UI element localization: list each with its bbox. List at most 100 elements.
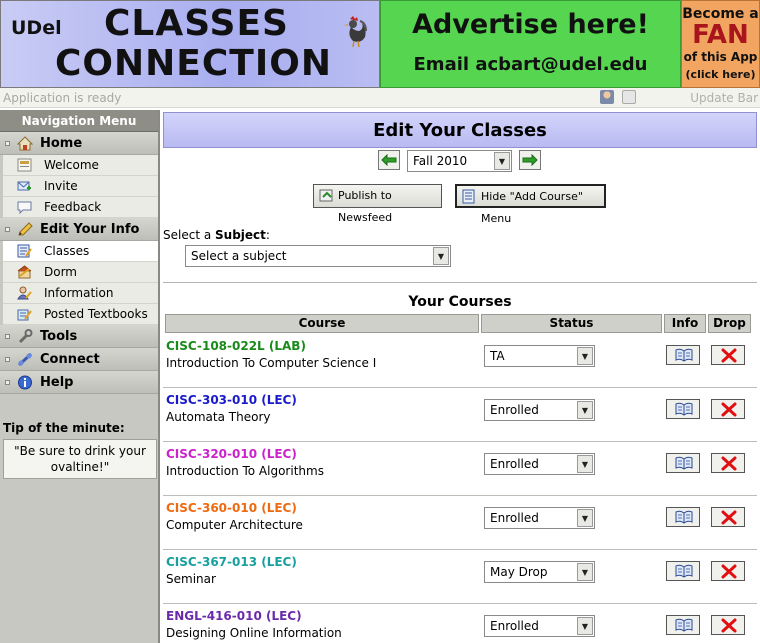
collapse-toggle-icon[interactable]: [5, 357, 10, 362]
course-name: Designing Online Information: [166, 626, 342, 640]
semester-value: Fall 2010: [413, 154, 468, 168]
next-semester-button[interactable]: [519, 150, 541, 170]
hide-add-course-menu-button[interactable]: Hide "Add Course" Menu: [455, 184, 606, 225]
drop-course-button[interactable]: [711, 345, 745, 365]
book-icon: [675, 564, 693, 578]
course-code: CISC-108-022L (LAB): [166, 339, 306, 353]
status-value: Enrolled: [490, 511, 539, 525]
chevron-down-icon: ▼: [577, 563, 593, 581]
course-code: CISC-303-010 (LEC): [166, 393, 297, 407]
tip-of-the-minute: Tip of the minute: "Be sure to drink you…: [3, 421, 157, 479]
status-select[interactable]: Enrolled ▼: [484, 453, 595, 475]
sidebar-item-welcome[interactable]: Welcome: [3, 155, 158, 176]
nav-group-edit-your-info[interactable]: Edit Your Info: [0, 218, 158, 241]
logo-prefix: UDel: [11, 17, 62, 39]
publish-label: Publish to Newsfeed: [338, 189, 393, 224]
nav-group-label: Connect: [40, 352, 100, 367]
ad-title: Advertise here!: [412, 9, 649, 40]
arrow-right-icon: [522, 153, 538, 167]
rooster-icon: [344, 16, 367, 48]
wrench-icon: [18, 329, 33, 344]
course-info-button[interactable]: [666, 507, 700, 527]
invite-icon: [17, 181, 31, 191]
document-icon[interactable]: [621, 90, 636, 104]
nav-group-label: Tools: [40, 329, 78, 344]
table-row: ENGL-416-010 (LEC) Designing Online Infor…: [163, 604, 757, 643]
sidebar-item-classes[interactable]: Classes: [3, 241, 158, 262]
hide-menu-icon: [462, 189, 475, 204]
course-info-button[interactable]: [666, 345, 700, 365]
publish-icon: [319, 189, 333, 202]
book-icon: [675, 618, 693, 632]
publish-to-newsfeed-button[interactable]: Publish to Newsfeed: [313, 184, 442, 224]
book-icon: [675, 402, 693, 416]
status-select[interactable]: Enrolled ▼: [484, 399, 595, 421]
sidebar-item-label: Feedback: [44, 200, 102, 214]
logo-line2: CONNECTION: [55, 43, 332, 84]
status-select[interactable]: May Drop ▼: [484, 561, 595, 583]
book-icon: [675, 510, 693, 524]
collapse-toggle-icon[interactable]: [5, 380, 10, 385]
chevron-down-icon: ▼: [577, 401, 593, 419]
fan-line3: of this App: [683, 50, 758, 64]
nav-group-tools[interactable]: Tools: [0, 325, 158, 348]
course-info-button[interactable]: [666, 399, 700, 419]
nav-group-help[interactable]: Help: [0, 371, 158, 394]
course-name: Computer Architecture: [166, 518, 303, 532]
page-title: Edit Your Classes: [163, 112, 757, 148]
previous-semester-button[interactable]: [378, 150, 400, 170]
collapse-toggle-icon[interactable]: [5, 334, 10, 339]
status-select[interactable]: Enrolled ▼: [484, 507, 595, 529]
nav-group-connect[interactable]: Connect: [0, 348, 158, 371]
red-x-icon: [721, 348, 737, 363]
status-value: Enrolled: [490, 457, 539, 471]
column-header-course: Course: [165, 314, 479, 333]
drop-course-button[interactable]: [711, 399, 745, 419]
drop-course-button[interactable]: [711, 561, 745, 581]
information-icon: [17, 286, 32, 300]
semester-select[interactable]: Fall 2010 ▼: [407, 150, 512, 172]
logo-banner[interactable]: UDel CLASSES CONNECTION: [0, 0, 380, 88]
collapse-toggle-icon[interactable]: [5, 141, 10, 146]
status-value: May Drop: [490, 565, 548, 579]
drop-course-button[interactable]: [711, 615, 745, 635]
course-info-button[interactable]: [666, 615, 700, 635]
user-icon[interactable]: [600, 90, 614, 104]
fan-click-here-link[interactable]: (click here): [682, 68, 759, 81]
advertise-banner[interactable]: Advertise here! Email acbart@udel.edu: [380, 0, 681, 88]
sidebar-item-dorm[interactable]: Dorm: [3, 262, 158, 283]
courses-title: Your Courses: [408, 294, 512, 310]
sidebar-item-invite[interactable]: Invite: [3, 176, 158, 197]
status-select[interactable]: TA ▼: [484, 345, 595, 367]
section-divider: [163, 282, 757, 283]
nav-group-label: Help: [40, 375, 74, 390]
status-value: TA: [490, 349, 505, 363]
course-code: ENGL-416-010 (LEC): [166, 609, 302, 623]
course-name: Introduction To Algorithms: [166, 464, 324, 478]
collapse-toggle-icon[interactable]: [5, 227, 10, 232]
chevron-down-icon: ▼: [577, 509, 593, 527]
course-name: Automata Theory: [166, 410, 271, 424]
drop-course-button[interactable]: [711, 453, 745, 473]
course-code: CISC-360-010 (LEC): [166, 501, 297, 515]
course-info-button[interactable]: [666, 453, 700, 473]
nav-group-home[interactable]: Home: [0, 132, 158, 155]
help-icon: [18, 375, 32, 390]
course-name: Seminar: [166, 572, 216, 586]
status-text: Application is ready: [3, 91, 122, 105]
sidebar-item-posted-textbooks[interactable]: Posted Textbooks: [3, 304, 158, 325]
drop-course-button[interactable]: [711, 507, 745, 527]
course-info-button[interactable]: [666, 561, 700, 581]
subject-select[interactable]: Select a subject ▼: [185, 245, 451, 267]
sidebar-item-feedback[interactable]: Feedback: [3, 197, 158, 218]
update-bar-label: Update Bar: [690, 91, 758, 105]
connect-icon: [17, 352, 33, 367]
sidebar-item-information[interactable]: Information: [3, 283, 158, 304]
welcome-icon: [17, 158, 32, 172]
red-x-icon: [721, 564, 737, 579]
chevron-down-icon: ▼: [577, 455, 593, 473]
course-code: CISC-367-013 (LEC): [166, 555, 297, 569]
app-page: UDel CLASSES CONNECTION Advertise here! …: [0, 0, 760, 643]
status-select[interactable]: Enrolled ▼: [484, 615, 595, 637]
become-fan-banner[interactable]: Become a FAN of this App (click here): [681, 0, 760, 88]
